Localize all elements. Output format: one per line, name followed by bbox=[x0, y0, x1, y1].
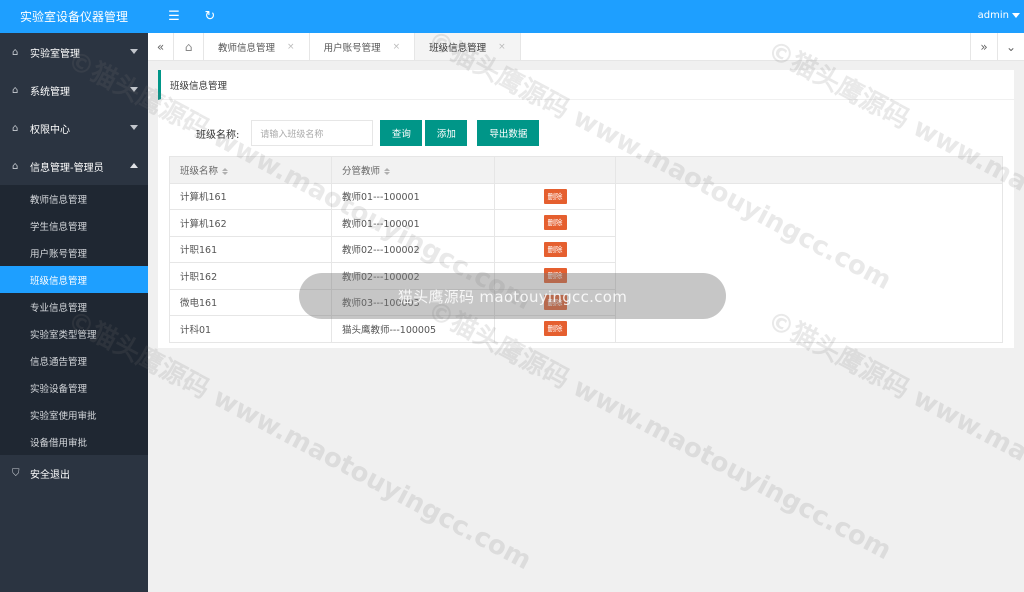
menu-group-lab[interactable]: ⌂ 实验室管理 bbox=[0, 33, 148, 71]
table-row: 计职161 教师02---100002 删除 bbox=[169, 235, 1003, 263]
logout-label: 安全退出 bbox=[30, 469, 70, 481]
cell-action: 删除 bbox=[494, 209, 616, 237]
table-row: 计算机162 教师01---100001 删除 bbox=[169, 209, 1003, 237]
cell-empty bbox=[615, 236, 1003, 263]
cell-action: 删除 bbox=[494, 235, 616, 263]
menu-group-label: 权限中心 bbox=[30, 124, 70, 136]
column-header-class-name[interactable]: 班级名称 bbox=[169, 156, 332, 184]
shield-icon: ⛉ bbox=[12, 467, 20, 479]
menu-group-label: 系统管理 bbox=[30, 86, 70, 98]
home-icon: ⌂ bbox=[12, 46, 19, 58]
home-icon: ⌂ bbox=[12, 84, 19, 96]
menu-group-system[interactable]: ⌂ 系统管理 bbox=[0, 71, 148, 109]
refresh-icon[interactable]: ↻ bbox=[200, 7, 220, 27]
caret-down-icon bbox=[1012, 12, 1020, 18]
tab-teacher[interactable]: 教师信息管理 × bbox=[204, 33, 310, 60]
sidebar-item-lab-approval[interactable]: 实验室使用审批 bbox=[0, 401, 148, 428]
username: admin bbox=[977, 10, 1009, 21]
sort-icon[interactable] bbox=[384, 167, 391, 175]
chevron-down-icon bbox=[130, 49, 138, 54]
user-menu[interactable]: admin bbox=[978, 10, 1020, 21]
tab-label: 班级信息管理 bbox=[429, 42, 487, 54]
sidebar-item-class[interactable]: 班级信息管理 bbox=[0, 266, 148, 293]
column-header-teacher[interactable]: 分管教师 bbox=[331, 156, 495, 184]
close-icon[interactable]: × bbox=[287, 42, 295, 52]
sidebar-item-notice[interactable]: 信息通告管理 bbox=[0, 347, 148, 374]
delete-button[interactable]: 删除 bbox=[543, 321, 567, 337]
sidebar-item-account[interactable]: 用户账号管理 bbox=[0, 239, 148, 266]
table-row: 计科01 猫头鹰教师---100005 删除 bbox=[169, 315, 1003, 343]
cell-empty bbox=[615, 315, 1003, 343]
submenu: 教师信息管理 学生信息管理 用户账号管理 班级信息管理 专业信息管理 实验室类型… bbox=[0, 185, 148, 455]
cell-empty bbox=[615, 209, 1003, 236]
tab-bar: « ⌂ 教师信息管理 × 用户账号管理 × 班级信息管理 × » ⌄ bbox=[148, 33, 1024, 61]
sort-icon[interactable] bbox=[222, 167, 229, 175]
scroll-right-icon[interactable]: » bbox=[970, 33, 997, 61]
tab-label: 用户账号管理 bbox=[323, 42, 381, 54]
chevron-down-icon bbox=[130, 87, 138, 92]
sidebar-item-borrow-approval[interactable]: 设备借用审批 bbox=[0, 428, 148, 455]
cell-teacher: 教师01---100001 bbox=[331, 182, 495, 210]
cell-class-name: 计职161 bbox=[169, 235, 332, 263]
class-name-input[interactable]: 请输入班级名称 bbox=[251, 120, 374, 146]
menu-toggle-icon[interactable]: ☰ bbox=[164, 7, 184, 27]
cell-empty bbox=[615, 183, 1003, 210]
chevron-down-icon bbox=[130, 125, 138, 130]
search-bar: 班级名称: 请输入班级名称 查询 添加 导出数据 bbox=[196, 120, 540, 146]
close-icon[interactable]: × bbox=[393, 42, 401, 52]
tab-label: 教师信息管理 bbox=[218, 42, 276, 54]
cell-teacher: 猫头鹰教师---100005 bbox=[331, 315, 495, 343]
sidebar-item-lab-type[interactable]: 实验室类型管理 bbox=[0, 320, 148, 347]
delete-button[interactable]: 删除 bbox=[543, 188, 567, 204]
table-row: 计算机161 教师01---100001 删除 bbox=[169, 182, 1003, 210]
delete-button[interactable]: 删除 bbox=[543, 215, 567, 231]
page-title: 班级信息管理 bbox=[158, 70, 1014, 100]
home-icon: ⌂ bbox=[12, 122, 19, 134]
tab-options-icon[interactable]: ⌄ bbox=[997, 33, 1024, 61]
tab-class[interactable]: 班级信息管理 × bbox=[415, 33, 521, 60]
home-tab-icon[interactable]: ⌂ bbox=[174, 33, 204, 60]
cell-action: 删除 bbox=[494, 182, 616, 210]
tab-bar-right: » ⌄ bbox=[970, 33, 1024, 61]
sidebar-item-major[interactable]: 专业信息管理 bbox=[0, 293, 148, 320]
search-label: 班级名称: bbox=[196, 129, 240, 141]
chevron-up-icon bbox=[130, 163, 138, 168]
sidebar-item-student[interactable]: 学生信息管理 bbox=[0, 212, 148, 239]
cell-class-name: 计算机162 bbox=[169, 209, 332, 237]
menu-group-info-admin[interactable]: ⌂ 信息管理-管理员 bbox=[0, 147, 148, 185]
menu-group-label: 实验室管理 bbox=[30, 48, 80, 60]
cell-teacher: 教师02---100002 bbox=[331, 235, 495, 263]
table-header-row: 班级名称 分管教师 bbox=[169, 156, 1003, 184]
cell-action: 删除 bbox=[494, 315, 616, 343]
export-button[interactable]: 导出数据 bbox=[477, 120, 540, 146]
logout-item[interactable]: ⛉ 安全退出 bbox=[0, 455, 148, 491]
add-button[interactable]: 添加 bbox=[425, 120, 468, 146]
toast-message: 猫头鹰源码 maotouyingcc.com bbox=[299, 273, 726, 319]
delete-button[interactable]: 删除 bbox=[543, 241, 567, 257]
query-button[interactable]: 查询 bbox=[380, 120, 423, 146]
home-icon: ⌂ bbox=[12, 160, 19, 172]
app-title: 实验室设备仪器管理 bbox=[0, 0, 148, 33]
sidebar-item-equipment[interactable]: 实验设备管理 bbox=[0, 374, 148, 401]
cell-class-name: 计算机161 bbox=[169, 182, 332, 210]
column-header-empty bbox=[615, 156, 1003, 184]
scroll-left-icon[interactable]: « bbox=[148, 33, 174, 60]
cell-class-name: 计科01 bbox=[169, 315, 332, 343]
sidebar: 实验室设备仪器管理 ⌂ 实验室管理 ⌂ 系统管理 ⌂ 权限中心 ⌂ 信息管理-管… bbox=[0, 0, 148, 592]
tab-account[interactable]: 用户账号管理 × bbox=[310, 33, 416, 60]
menu-group-label: 信息管理-管理员 bbox=[30, 162, 104, 174]
sidebar-item-teacher[interactable]: 教师信息管理 bbox=[0, 185, 148, 212]
cell-teacher: 教师01---100001 bbox=[331, 209, 495, 237]
header: ☰ ↻ admin bbox=[148, 0, 1024, 33]
menu-group-permission[interactable]: ⌂ 权限中心 bbox=[0, 109, 148, 147]
column-header-action bbox=[494, 156, 616, 184]
close-icon[interactable]: × bbox=[498, 42, 506, 52]
